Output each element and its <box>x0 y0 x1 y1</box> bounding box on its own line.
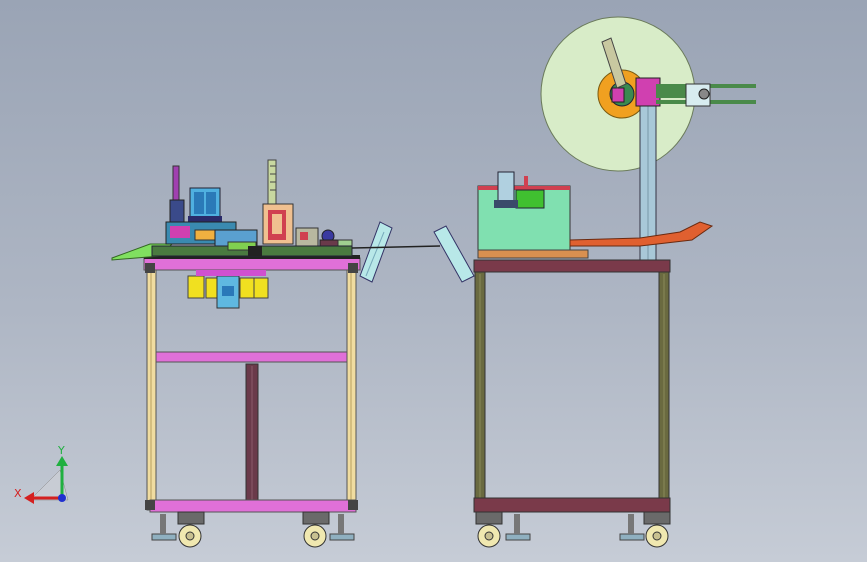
cad-viewport[interactable]: Y X <box>0 0 867 562</box>
left-table-top <box>143 257 361 271</box>
left-purple-rod <box>172 165 180 201</box>
left-vertical-slide <box>267 159 277 209</box>
right-casters <box>475 511 671 548</box>
x-axis-label: X <box>14 487 22 500</box>
left-under-table-cylinders <box>187 270 269 309</box>
y-axis-arrow-icon <box>56 456 68 466</box>
z-axis-icon <box>58 494 66 502</box>
right-bottom-crossbar <box>473 497 671 513</box>
right-table-top <box>473 259 671 273</box>
right-inlet-plate <box>433 225 475 283</box>
left-machine <box>111 159 441 548</box>
left-casters <box>151 511 355 548</box>
left-mid-crossbar <box>155 351 348 363</box>
y-axis-label: Y <box>57 444 65 457</box>
axis-triad: Y X <box>14 444 69 504</box>
left-bottom-crossbar <box>149 499 357 513</box>
right-machine <box>433 16 756 548</box>
x-axis-arrow-icon <box>24 492 34 504</box>
